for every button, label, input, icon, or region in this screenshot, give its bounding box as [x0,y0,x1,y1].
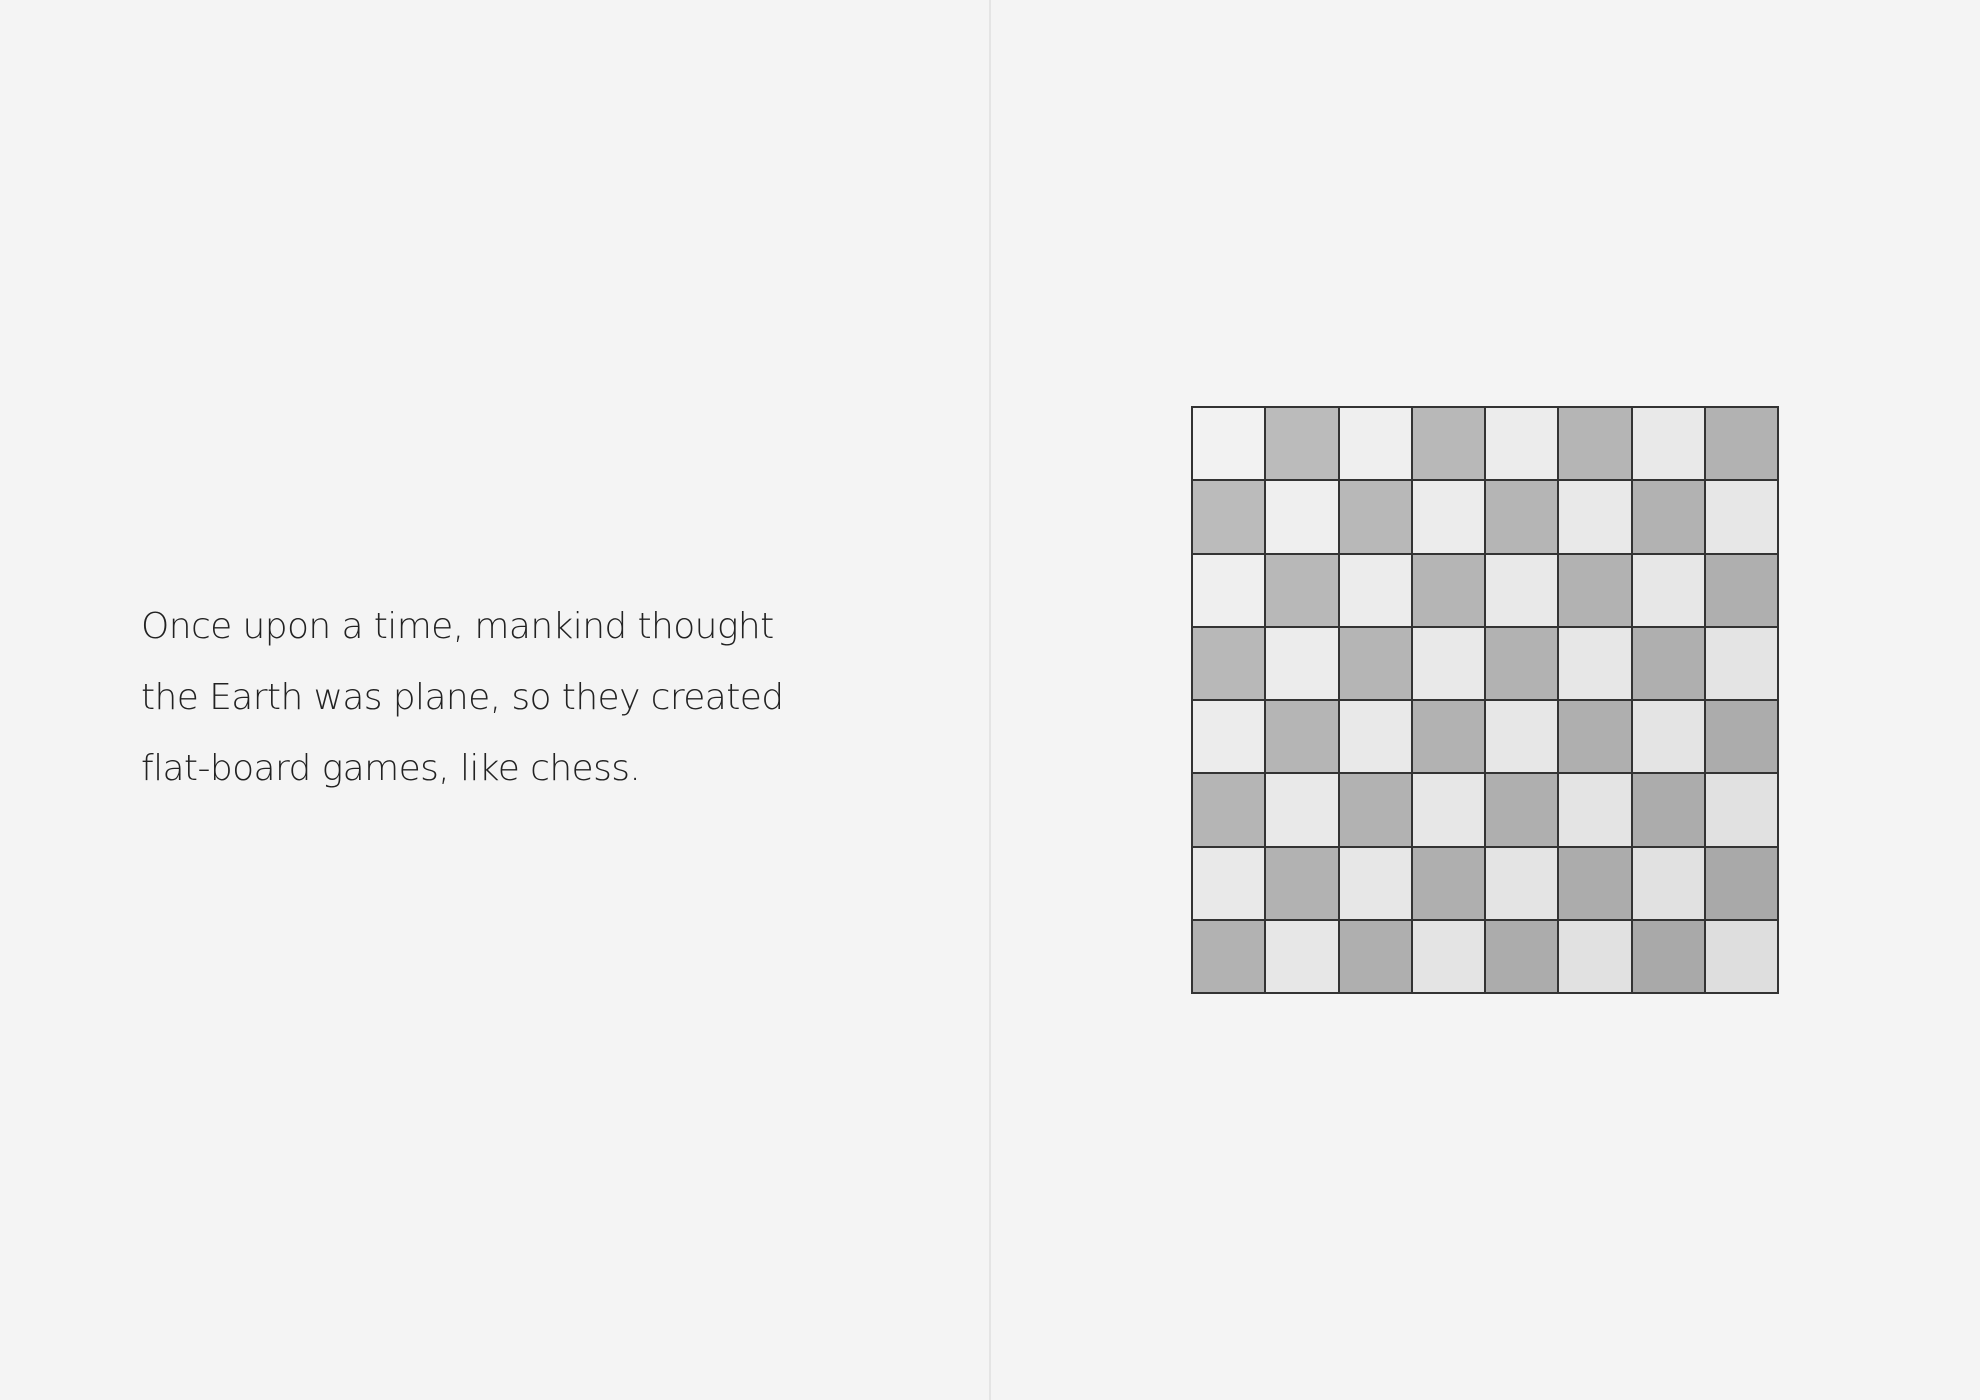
light-square [1412,627,1484,699]
story-line: Once upon a time, mankind thought [141,606,774,647]
dark-square [1412,554,1484,626]
dark-square [1705,408,1777,480]
dark-square [1486,774,1558,846]
light-square [1266,627,1338,699]
light-square [1632,408,1704,480]
dark-square [1705,701,1777,773]
light-square [1559,774,1631,846]
light-square [1559,627,1631,699]
light-square [1339,554,1411,626]
light-square [1339,701,1411,773]
dark-square [1193,627,1265,699]
dark-square [1559,847,1631,919]
dark-square [1486,920,1558,992]
light-square [1266,481,1338,553]
light-square [1632,847,1704,919]
light-square [1632,701,1704,773]
light-square [1193,408,1265,480]
dark-square [1632,774,1704,846]
light-square [1193,701,1265,773]
light-square [1705,774,1777,846]
left-page: Once upon a time, mankind thought the Ea… [0,0,989,1400]
light-square [1705,481,1777,553]
dark-square [1486,481,1558,553]
light-square [1412,774,1484,846]
dark-square [1412,847,1484,919]
light-square [1339,408,1411,480]
dark-square [1266,408,1338,480]
light-square [1559,481,1631,553]
dark-square [1632,481,1704,553]
dark-square [1705,554,1777,626]
book-spread: Once upon a time, mankind thought the Ea… [0,0,1980,1400]
light-square [1486,701,1558,773]
dark-square [1632,627,1704,699]
light-square [1486,847,1558,919]
story-text: Once upon a time, mankind thought the Ea… [141,591,901,804]
story-line: the Earth was plane, so they created [141,677,784,718]
light-square [1486,554,1558,626]
dark-square [1632,920,1704,992]
light-square [1266,774,1338,846]
light-square [1559,920,1631,992]
dark-square [1193,920,1265,992]
light-square [1266,920,1338,992]
light-square [1193,554,1265,626]
light-square [1632,554,1704,626]
light-square [1412,920,1484,992]
chessboard-illustration [1191,406,1779,994]
light-square [1193,847,1265,919]
dark-square [1559,701,1631,773]
light-square [1486,408,1558,480]
dark-square [1193,481,1265,553]
dark-square [1193,774,1265,846]
light-square [1705,920,1777,992]
story-line: flat-board games, like chess. [141,748,641,789]
dark-square [1559,554,1631,626]
dark-square [1339,920,1411,992]
dark-square [1486,627,1558,699]
light-square [1412,481,1484,553]
light-square [1705,627,1777,699]
dark-square [1559,408,1631,480]
dark-square [1412,701,1484,773]
dark-square [1266,554,1338,626]
dark-square [1705,847,1777,919]
dark-square [1339,774,1411,846]
dark-square [1339,627,1411,699]
light-square [1339,847,1411,919]
dark-square [1339,481,1411,553]
dark-square [1266,847,1338,919]
dark-square [1412,408,1484,480]
dark-square [1266,701,1338,773]
